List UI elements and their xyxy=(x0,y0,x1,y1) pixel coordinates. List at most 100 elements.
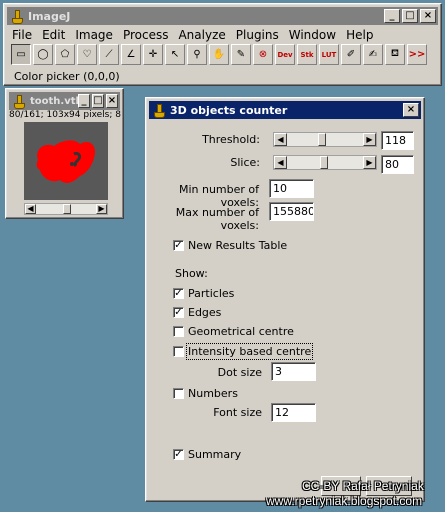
image-minimize-button[interactable]: _ xyxy=(78,94,90,108)
menu-image[interactable]: Image xyxy=(70,26,118,45)
threshold-slider[interactable]: ◀ ▶ xyxy=(273,132,377,147)
point-icon: ✛ xyxy=(148,49,158,60)
edges-checkbox[interactable]: ✓ Edges xyxy=(173,306,221,319)
intensity-centre-label: Intensity based centre xyxy=(185,343,314,360)
imagej-title: ImageJ xyxy=(28,9,71,23)
dialog-titlebar[interactable]: 3D objects counter × xyxy=(149,101,421,119)
slice-label: Slice: xyxy=(230,156,260,169)
dev-icon: Dev xyxy=(277,50,293,59)
pencil-tool[interactable]: ✐ xyxy=(341,44,361,65)
max-voxels-label: Max number of voxels: xyxy=(175,206,259,232)
angle-tool[interactable]: ∠ xyxy=(121,44,141,65)
mores-icon: >> xyxy=(408,49,426,60)
brush-icon: ✍ xyxy=(368,49,378,60)
threshold-field[interactable]: 118 xyxy=(381,131,414,150)
menu-plugins[interactable]: Plugins xyxy=(231,26,284,45)
summary-label: Summary xyxy=(188,448,242,461)
summary-checkbox[interactable]: ✓ Summary xyxy=(173,448,241,461)
empty-checkbox-icon xyxy=(173,346,184,357)
maximize-button[interactable]: □ xyxy=(402,9,418,23)
threshold-slider-thumb[interactable] xyxy=(318,133,327,146)
stop-tool[interactable]: ⊗ xyxy=(253,44,273,65)
brush-tool[interactable]: ✍ xyxy=(363,44,383,65)
line-icon: ⟋ xyxy=(105,49,113,60)
dot-size-label: Dot size xyxy=(217,366,262,379)
pencil-icon: ✐ xyxy=(346,49,356,60)
hand-tool[interactable]: ✋ xyxy=(209,44,229,65)
menu-edit[interactable]: Edit xyxy=(37,26,70,45)
new-results-table-checkbox[interactable]: ✓ New Results Table xyxy=(173,239,287,252)
font-size-field[interactable]: 12 xyxy=(271,403,316,422)
close-button[interactable]: × xyxy=(420,9,436,23)
stk-icon: Stk xyxy=(300,50,314,59)
show-label: Show: xyxy=(175,267,208,280)
numbers-checkbox[interactable]: Numbers xyxy=(173,387,238,400)
angle-icon: ∠ xyxy=(126,49,136,60)
geometrical-centre-label: Geometrical centre xyxy=(188,325,294,338)
empty-checkbox-icon xyxy=(173,388,184,399)
slice-slider[interactable]: ◀ ▶ xyxy=(273,155,377,170)
particles-checkbox[interactable]: ✓ Particles xyxy=(173,287,234,300)
hand-icon: ✋ xyxy=(212,49,226,60)
menu-help[interactable]: Help xyxy=(341,26,378,45)
image-titlebar[interactable]: tooth.vtk _ □ × xyxy=(9,92,120,110)
menubar: File Edit Image Process Analyze Plugins Window… xyxy=(7,26,378,45)
imagej-main-window: ImageJ _ □ × File Edit Image Process Analyze… xyxy=(3,3,442,86)
minimize-button[interactable]: _ xyxy=(384,9,400,23)
menu-file[interactable]: File xyxy=(7,26,37,45)
credit-author: CC-BY Rafał Petryniak xyxy=(302,479,424,493)
image-window: tooth.vtk _ □ × 80/161; 103x94 pixels; 8… xyxy=(5,88,124,219)
stk-tool[interactable]: Stk xyxy=(297,44,317,65)
checkmark-icon: ✓ xyxy=(173,307,184,318)
intensity-centre-checkbox[interactable]: Intensity based centre xyxy=(173,343,314,360)
imagej-app-icon xyxy=(11,9,23,24)
oval-icon: ◯ xyxy=(37,49,49,60)
image-maximize-button[interactable]: □ xyxy=(92,94,104,108)
rectangle-tool[interactable]: ▭ xyxy=(11,44,31,65)
wand-tool[interactable]: ↖ xyxy=(165,44,185,65)
objects-counter-dialog: 3D objects counter × Threshold: ◀ ▶ 118 … xyxy=(145,97,425,502)
slice-slider-thumb[interactable] xyxy=(320,156,329,169)
flood-fill-tool[interactable]: ⛾ xyxy=(385,44,405,65)
min-voxels-field[interactable]: 10 xyxy=(269,179,314,198)
imagej-titlebar[interactable]: ImageJ _ □ × xyxy=(7,7,438,25)
magnifier-tool[interactable]: ⚲ xyxy=(187,44,207,65)
flood-fill-icon: ⛾ xyxy=(390,48,400,59)
slice-field[interactable]: 80 xyxy=(381,155,414,174)
dot-size-field[interactable]: 3 xyxy=(271,362,316,381)
image-canvas[interactable] xyxy=(24,122,108,200)
wand-icon: ↖ xyxy=(170,49,180,60)
point-tool[interactable]: ✛ xyxy=(143,44,163,65)
image-scrollbar[interactable]: ◀ ▶ xyxy=(24,203,108,215)
color-picker-tool[interactable]: ✎ xyxy=(231,44,251,65)
polygon-tool[interactable]: ⬠ xyxy=(55,44,75,65)
image-window-icon xyxy=(13,94,25,109)
menu-window[interactable]: Window xyxy=(284,26,341,45)
color-picker-icon: ✎ xyxy=(236,49,246,60)
freehand-tool[interactable]: ♡ xyxy=(77,44,97,65)
stop-icon: ⊗ xyxy=(258,49,268,60)
dialog-icon xyxy=(153,103,165,118)
status-text: Color picker (0,0,0) xyxy=(14,70,120,83)
freehand-icon: ♡ xyxy=(82,49,92,60)
image-title: tooth.vtk xyxy=(30,95,83,107)
threshold-label: Threshold: xyxy=(202,133,260,146)
lut-tool[interactable]: LUT xyxy=(319,44,339,65)
max-voxels-field[interactable]: 1558802 xyxy=(269,202,314,221)
oval-tool[interactable]: ◯ xyxy=(33,44,53,65)
image-close-button[interactable]: × xyxy=(106,94,118,108)
checkmark-icon: ✓ xyxy=(173,240,184,251)
menu-process[interactable]: Process xyxy=(118,26,174,45)
credit-url: www.rpetryniak.blogspot.com xyxy=(266,494,423,508)
geometrical-centre-checkbox[interactable]: Geometrical centre xyxy=(173,325,294,338)
empty-checkbox-icon xyxy=(173,326,184,337)
numbers-label: Numbers xyxy=(188,387,238,400)
edges-label: Edges xyxy=(188,306,222,319)
dialog-close-button[interactable]: × xyxy=(403,103,419,117)
line-tool[interactable]: ⟋ xyxy=(99,44,119,65)
checkmark-icon: ✓ xyxy=(173,449,184,460)
more-tools[interactable]: >> xyxy=(407,44,427,65)
menu-analyze[interactable]: Analyze xyxy=(173,26,230,45)
dev-tool[interactable]: Dev xyxy=(275,44,295,65)
image-info: 80/161; 103x94 pixels; 8- xyxy=(9,110,121,120)
